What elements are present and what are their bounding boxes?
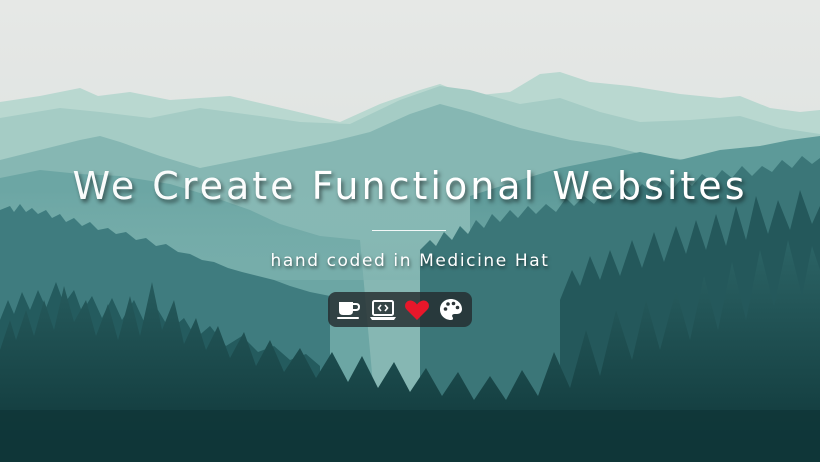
- palette-icon: [437, 296, 465, 324]
- hero-subtitle: hand coded in Medicine Hat: [270, 251, 550, 271]
- hero-title-bold: Functional Websites: [311, 164, 748, 208]
- hero-title: We Create Functional Websites: [0, 163, 820, 209]
- laptop-code-icon: [369, 296, 397, 324]
- heart-icon: [403, 296, 431, 324]
- title-divider: [372, 230, 446, 231]
- mountain-forest-background: [0, 0, 820, 462]
- hero-section: We Create Functional Websites hand coded…: [0, 0, 820, 462]
- hero-title-light: We Create: [72, 164, 297, 208]
- icon-bar: [328, 292, 472, 327]
- coffee-cup-icon: [335, 296, 363, 324]
